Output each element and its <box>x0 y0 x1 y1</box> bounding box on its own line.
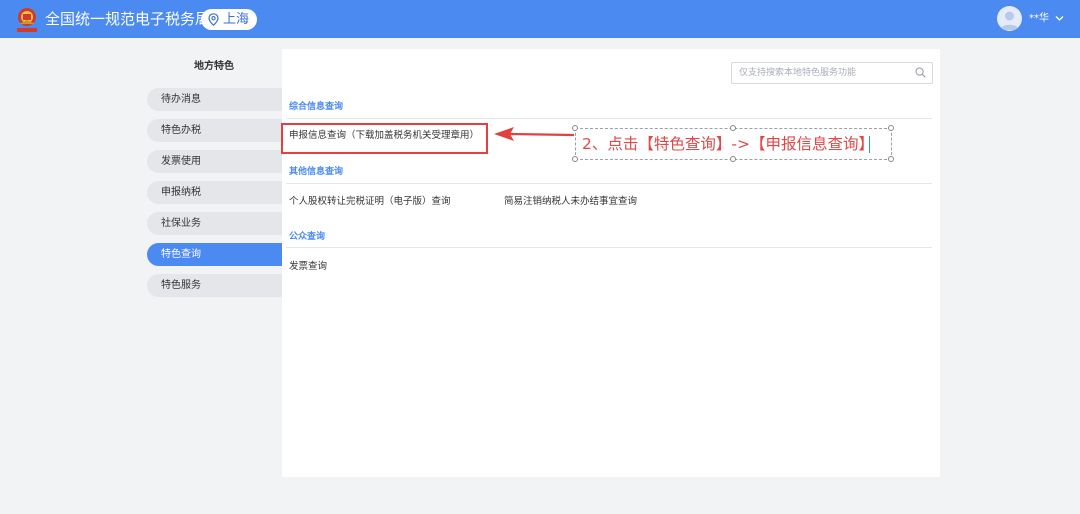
highlight-box <box>281 123 488 154</box>
annotation-instruction: 2、点击【特色查询】->【申报信息查询】 <box>582 135 874 153</box>
resize-handle[interactable] <box>888 125 894 131</box>
sidebar-item-declare-pay[interactable]: 申报纳税 <box>147 181 282 204</box>
chevron-down-icon[interactable] <box>1055 15 1064 22</box>
resize-handle[interactable] <box>730 125 736 131</box>
arrow-left-icon <box>494 127 575 141</box>
user-avatar[interactable] <box>997 6 1022 31</box>
section-title-other: 其他信息查询 <box>289 167 344 177</box>
main-panel: 综合信息查询 申报信息查询（下载加盖税务机关受理章用） 其他信息查询 个人股权转… <box>282 49 940 477</box>
sidebar-title: 地方特色 <box>194 61 234 72</box>
section-title-comprehensive: 综合信息查询 <box>289 102 344 112</box>
top-header: 全国统一规范电子税务局 上海 **华 <box>0 0 1080 38</box>
sidebar-item-special-query[interactable]: 特色查询 <box>147 243 282 266</box>
sidebar-item-special-tax[interactable]: 特色办税 <box>147 119 282 142</box>
text-caret <box>869 136 870 153</box>
sidebar-item-pending-messages[interactable]: 待办消息 <box>147 88 282 111</box>
resize-handle[interactable] <box>730 156 736 162</box>
location-pin-icon <box>208 13 219 26</box>
sidebar-item-special-service[interactable]: 特色服务 <box>147 274 282 297</box>
resize-handle[interactable] <box>572 125 578 131</box>
tax-bureau-emblem-icon[interactable] <box>14 6 40 34</box>
section-divider <box>286 183 932 184</box>
section-title-public: 公众查询 <box>289 232 326 242</box>
resize-handle[interactable] <box>572 156 578 162</box>
region-selector[interactable]: 上海 <box>201 9 257 30</box>
resize-handle[interactable] <box>888 156 894 162</box>
search-icon[interactable] <box>915 67 926 78</box>
link-simple-deregistration-query[interactable]: 简易注销纳税人未办结事宜查询 <box>504 195 637 208</box>
user-name[interactable]: **华 <box>1029 12 1049 26</box>
section-divider <box>286 118 932 119</box>
search-input[interactable] <box>731 62 933 84</box>
link-equity-transfer-certificate[interactable]: 个人股权转让完税证明（电子版）查询 <box>289 195 451 208</box>
app-title: 全国统一规范电子税务局 <box>45 10 211 28</box>
sidebar-item-invoice-use[interactable]: 发票使用 <box>147 150 282 173</box>
user-avatar-icon <box>1000 11 1019 30</box>
section-divider <box>286 247 932 248</box>
region-label: 上海 <box>223 12 250 27</box>
sidebar-item-social-security[interactable]: 社保业务 <box>147 212 282 235</box>
link-invoice-query[interactable]: 发票查询 <box>289 260 327 273</box>
